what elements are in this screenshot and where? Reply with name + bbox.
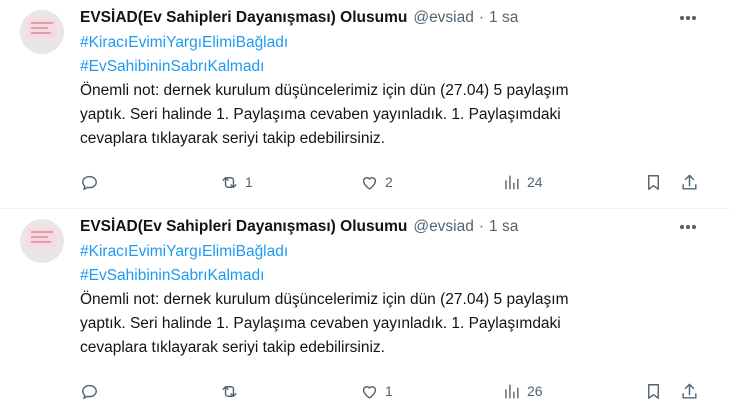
reply-button[interactable] [80,377,105,405]
view-count: 26 [527,383,543,399]
reply-icon [82,175,97,190]
more-icon[interactable] [676,8,700,28]
views-icon [505,383,519,399]
separator-dot: · [478,9,485,26]
views-icon [505,174,519,190]
bookmark-icon [648,174,659,190]
retweet-button[interactable] [220,377,245,405]
share-button[interactable] [680,168,699,196]
heart-icon [362,176,377,190]
timeline: EVSİAD(Ev Sahipleri Dayanışması) Olusumu… [0,0,730,416]
reply-button[interactable] [80,168,105,196]
more-icon[interactable] [676,217,700,237]
like-button[interactable]: 2 [360,168,393,196]
reply-icon [82,384,97,399]
author-handle[interactable]: @evsiad [413,9,474,27]
author-name[interactable]: EVSİAD(Ev Sahipleri Dayanışması) Olusumu [80,218,407,236]
view-count: 24 [527,174,543,190]
share-button[interactable] [680,377,699,405]
tweet-body: #KiracıEvimiYargıElimiBağladı #EvSahibin… [80,240,710,360]
separator-dot: · [478,218,485,235]
tweet[interactable]: EVSİAD(Ev Sahipleri Dayanışması) Olusumu… [0,208,730,416]
action-bar: 1 2 24 [80,168,710,196]
tweet-text: Önemli not: dernek kurulum düşüncelerimi… [80,291,569,356]
retweet-icon [222,176,237,188]
bookmark-icon [648,383,659,399]
hashtag-link[interactable]: #EvSahibininSabrıKalmadı [80,264,710,288]
timestamp[interactable]: 1 sa [489,218,518,236]
author-name[interactable]: EVSİAD(Ev Sahipleri Dayanışması) Olusumu [80,9,407,27]
views-button[interactable]: 24 [502,168,543,196]
hashtag-link[interactable]: #KiracıEvimiYargıElimiBağladı [80,31,710,55]
tweet-text: Önemli not: dernek kurulum düşüncelerimi… [80,82,569,147]
share-icon [682,383,697,399]
retweet-button[interactable]: 1 [220,168,253,196]
like-count: 1 [385,383,393,399]
avatar[interactable] [20,10,64,54]
share-icon [682,174,697,190]
action-bar: 1 26 [80,377,710,405]
timestamp[interactable]: 1 sa [489,9,518,27]
author-handle[interactable]: @evsiad [413,218,474,236]
like-count: 2 [385,174,393,190]
tweet-header: EVSİAD(Ev Sahipleri Dayanışması) Olusumu… [80,7,518,29]
bookmark-button[interactable] [644,377,663,405]
bookmark-button[interactable] [644,168,663,196]
tweet[interactable]: EVSİAD(Ev Sahipleri Dayanışması) Olusumu… [0,0,730,208]
hashtag-link[interactable]: #KiracıEvimiYargıElimiBağladı [80,240,710,264]
retweet-count: 1 [245,174,253,190]
retweet-icon [222,385,237,397]
avatar[interactable] [20,219,64,263]
views-button[interactable]: 26 [502,377,543,405]
heart-icon [362,385,377,399]
hashtag-link[interactable]: #EvSahibininSabrıKalmadı [80,55,710,79]
tweet-header: EVSİAD(Ev Sahipleri Dayanışması) Olusumu… [80,216,518,238]
tweet-body: #KiracıEvimiYargıElimiBağladı #EvSahibin… [80,31,710,151]
like-button[interactable]: 1 [360,377,393,405]
